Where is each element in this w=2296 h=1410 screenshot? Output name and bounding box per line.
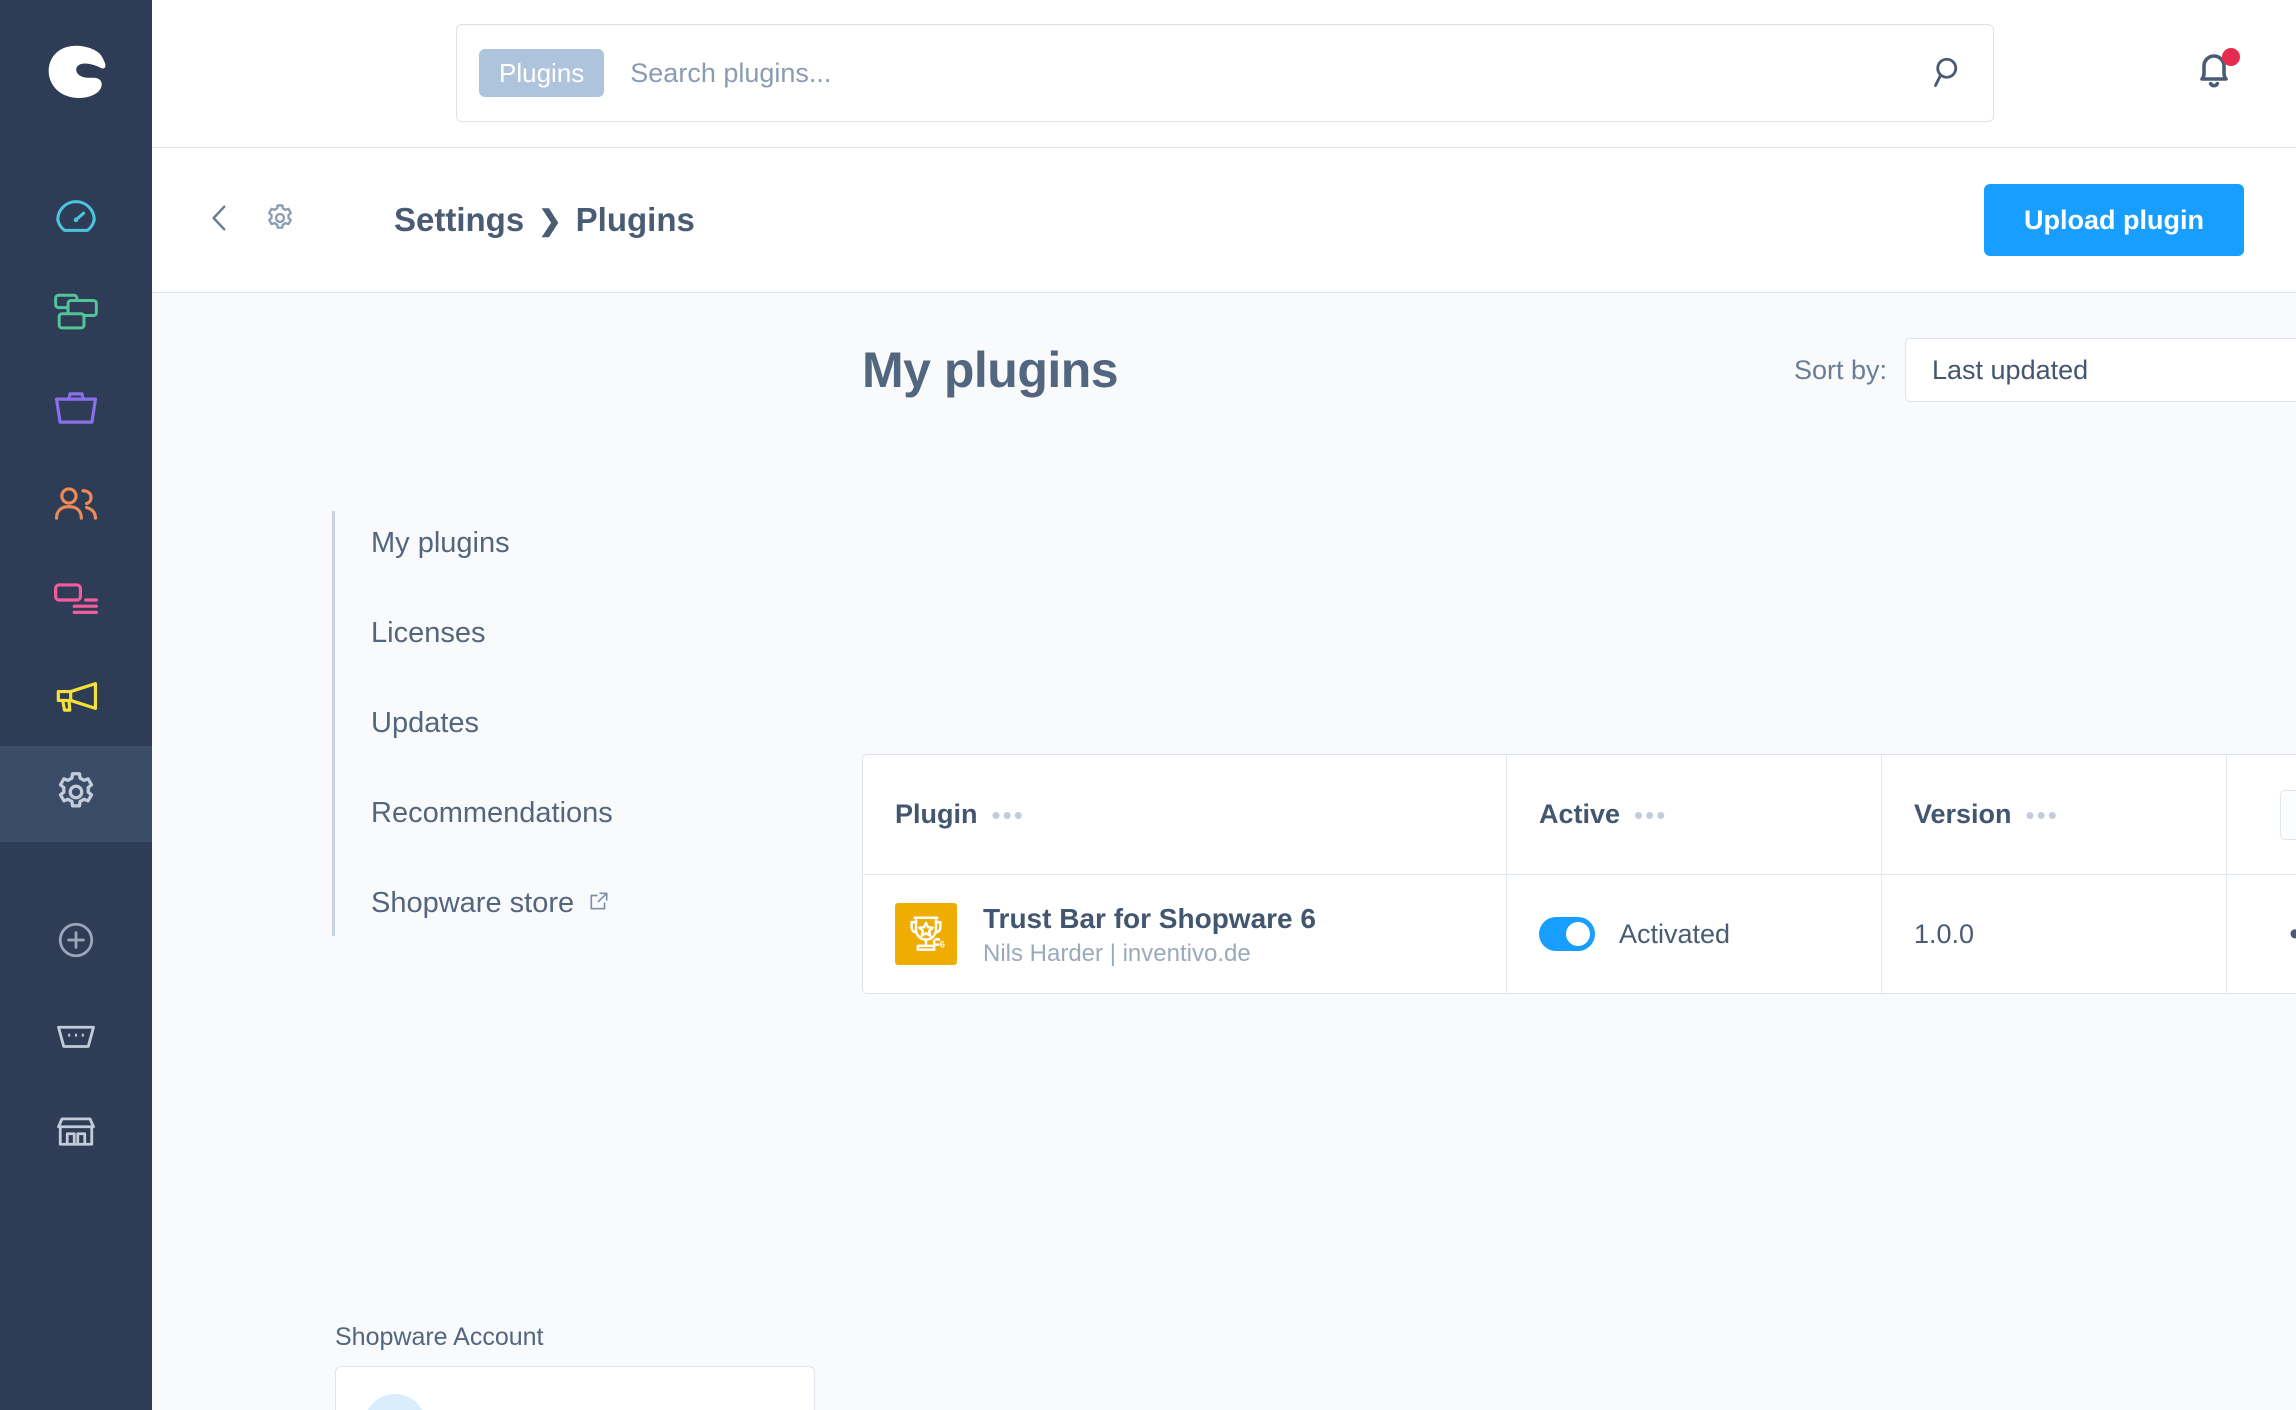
back-button[interactable] (198, 198, 242, 242)
plus-circle-icon (55, 919, 97, 966)
plugin-author: Nils Harder | inventivo.de (983, 939, 1251, 967)
gear-icon (53, 769, 99, 820)
rail-item-settings[interactable] (0, 746, 152, 842)
content-area: My plugins Sort by: Last updated My plug… (152, 293, 2296, 1410)
megaphone-icon (53, 676, 99, 721)
column-header-label: Active (1539, 799, 1621, 829)
shopware-account-block: Shopware Account Login (335, 1323, 815, 1410)
upload-plugin-button[interactable]: Upload plugin (1984, 184, 2244, 256)
account-login-card[interactable]: Login (335, 1366, 815, 1410)
columns-settings-icon[interactable] (2279, 789, 2296, 840)
column-options-version[interactable]: ••• (2026, 802, 2059, 828)
admin-window: Plugins Search plugins... Settings ❯ Plu… (0, 0, 2296, 1410)
basket-icon (55, 1018, 97, 1059)
breadcrumb-root[interactable]: Settings (394, 201, 524, 239)
cell-version: 1.0.0 (1882, 875, 2227, 993)
bag-icon (53, 387, 99, 434)
table-row[interactable]: 6 Trust Bar for Shopware 6 Nils Harder |… (863, 875, 2296, 993)
rail-item-add[interactable] (0, 894, 152, 990)
column-header-version[interactable]: Version ••• (1882, 755, 2227, 874)
sort-selected-value: Last updated (1932, 354, 2089, 385)
user-icon (378, 1406, 412, 1410)
notification-unread-dot (2222, 47, 2240, 66)
rail-item-storefront[interactable] (0, 1086, 152, 1182)
layers-icon (53, 291, 99, 338)
bell-icon (2190, 53, 2238, 99)
column-header-label: Version (1914, 799, 2012, 829)
search-field-wrapper[interactable]: Plugins (456, 24, 1994, 122)
notifications-button[interactable] (2190, 47, 2244, 101)
rail-item-basket[interactable] (0, 990, 152, 1086)
page-title: My plugins (862, 342, 1119, 398)
rail-item-marketing[interactable] (0, 650, 152, 746)
sidebar-item-shopware-store[interactable]: Shopware store (371, 871, 802, 936)
toggle-knob (1566, 922, 1590, 946)
external-link-icon (588, 887, 610, 920)
sort-select[interactable]: Last updated (1905, 338, 2296, 402)
sidebar-item-label: Licenses (371, 617, 486, 649)
sidebar-item-updates[interactable]: Updates (371, 691, 802, 756)
shop-icon (55, 1113, 97, 1156)
plugin-active-label: Activated (1619, 918, 1731, 949)
gear-icon (264, 202, 296, 239)
column-header-label: Plugin (895, 799, 978, 829)
plugin-sidenav: My plugins Licenses Updates Recommendati… (332, 511, 802, 936)
top-search-bar: Plugins (152, 0, 2296, 148)
users-icon (53, 483, 99, 530)
sidebar-item-label: Updates (371, 707, 480, 739)
search-input[interactable] (630, 57, 1927, 89)
rail-item-customers[interactable] (0, 458, 152, 554)
plugin-name: Trust Bar for Shopware 6 (983, 902, 1316, 934)
sidebar-item-label: Recommendations (371, 797, 613, 829)
search-submit-button[interactable] (1927, 54, 1971, 93)
column-options-active[interactable]: ••• (1634, 802, 1667, 828)
sidebar-item-my-plugins[interactable]: My plugins (371, 511, 802, 576)
content-icon (53, 579, 99, 626)
sidebar-item-label: My plugins (371, 527, 510, 559)
rail-divider (0, 842, 152, 894)
cell-active: Activated (1507, 875, 1882, 993)
plugins-table: Plugin ••• Active ••• Version ••• 6 Trus… (862, 754, 2296, 994)
column-header-plugin[interactable]: Plugin ••• (863, 755, 1507, 874)
column-options-plugin[interactable]: ••• (992, 802, 1025, 828)
rail-item-orders[interactable] (0, 362, 152, 458)
plugin-active-toggle[interactable] (1539, 917, 1595, 951)
cell-row-menu: ••• (2227, 875, 2296, 993)
main-sidebar-rail (0, 0, 152, 1410)
main-area: Plugins Search plugins... Settings ❯ Plu… (152, 0, 2296, 1410)
breadcrumb-bar: Settings ❯ Plugins Upload plugin (152, 148, 2296, 293)
cell-plugin: 6 Trust Bar for Shopware 6 Nils Harder |… (863, 875, 1507, 993)
avatar (364, 1394, 426, 1410)
rail-item-content[interactable] (0, 554, 152, 650)
page-header: My plugins Sort by: Last updated (862, 338, 2296, 402)
trophy-badge-icon: 6 (895, 903, 957, 965)
breadcrumb: Settings ❯ Plugins (394, 201, 695, 239)
plugin-meta: Trust Bar for Shopware 6 Nils Harder | i… (983, 901, 1316, 968)
plugin-version: 1.0.0 (1914, 918, 1975, 949)
svg-text:6: 6 (940, 939, 945, 949)
module-icon-button[interactable] (258, 198, 302, 242)
sidebar-item-licenses[interactable]: Licenses (371, 601, 802, 666)
speedometer-icon (53, 193, 99, 244)
rail-item-dashboard[interactable] (0, 170, 152, 266)
sort-control: Sort by: Last updated (1794, 338, 2296, 402)
table-header-row: Plugin ••• Active ••• Version ••• (863, 755, 2296, 875)
rail-item-catalogues[interactable] (0, 266, 152, 362)
chevron-left-icon (203, 201, 237, 240)
column-settings-cell (2227, 755, 2296, 874)
breadcrumb-current[interactable]: Plugins (576, 201, 695, 239)
sidebar-item-recommendations[interactable]: Recommendations (371, 781, 802, 846)
account-section-label: Shopware Account (335, 1323, 544, 1351)
magnifier-icon (1931, 54, 1967, 93)
search-scope-chip[interactable]: Plugins (479, 49, 605, 97)
sort-label: Sort by: (1793, 354, 1887, 385)
column-header-active[interactable]: Active ••• (1507, 755, 1882, 874)
rail-nav (0, 148, 152, 1182)
sidebar-item-label: Shopware store (371, 887, 575, 919)
breadcrumb-separator: ❯ (538, 204, 562, 236)
row-context-menu-button[interactable]: ••• (2289, 917, 2296, 951)
shopware-logo[interactable] (0, 0, 152, 148)
